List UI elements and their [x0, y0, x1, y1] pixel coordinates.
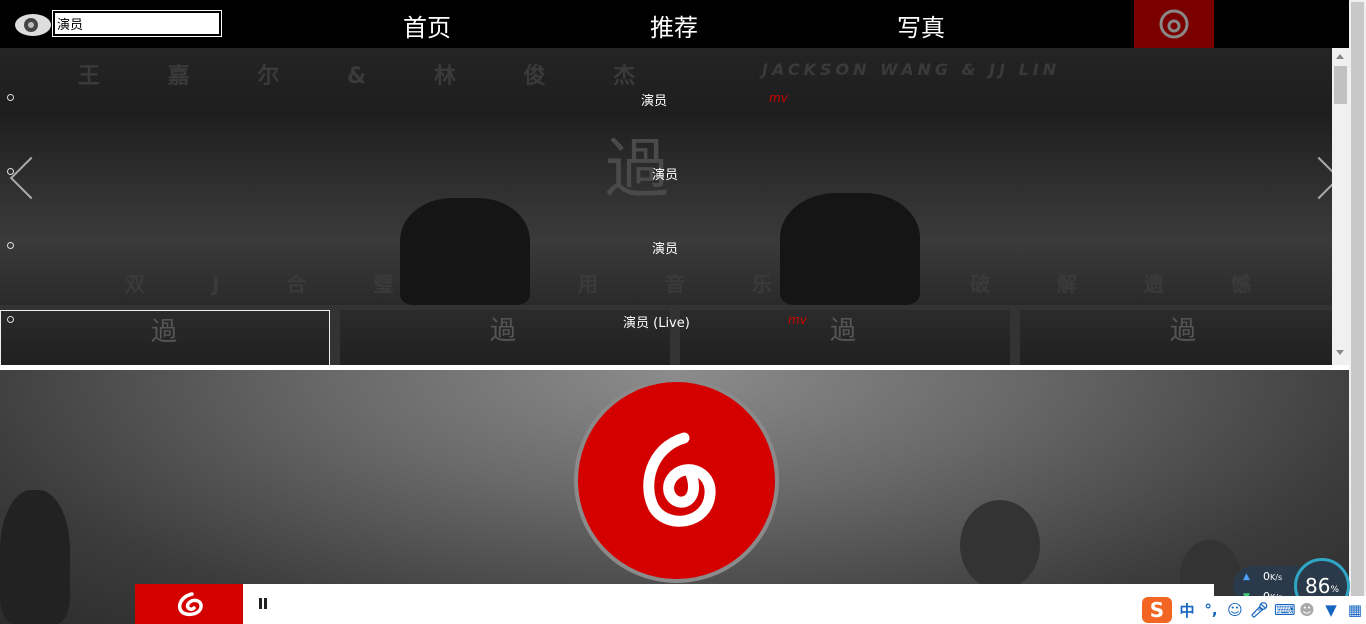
- player-bar: [135, 584, 1214, 624]
- hero-hand-silhouette: [0, 490, 70, 624]
- list-item: 演员: [0, 236, 1332, 257]
- bullet-icon: [7, 94, 14, 101]
- search-result-panel: 王 嘉 尔 & 林 俊 杰 JACKSON WANG & JJ LIN 過 双 …: [0, 48, 1349, 365]
- window-scrollbar[interactable]: [1349, 0, 1366, 624]
- toolbox-icon[interactable]: ▦: [1346, 601, 1364, 619]
- list-item: 演员: [0, 162, 1332, 183]
- mv-link[interactable]: mv: [769, 91, 788, 105]
- scroll-down-icon[interactable]: [1336, 350, 1344, 355]
- upload-speed: 0: [1263, 570, 1270, 583]
- gauge-unit: %: [1330, 585, 1339, 595]
- nav-recommend[interactable]: 推荐: [650, 8, 698, 43]
- top-nav-bar: 首页 推荐 写真: [0, 0, 1349, 48]
- mv-link[interactable]: mv: [788, 313, 807, 327]
- list-item: 演员 mv: [0, 88, 1332, 109]
- bullet-icon: [7, 168, 14, 175]
- song-title[interactable]: 演员: [652, 164, 678, 183]
- ime-mode-toggle[interactable]: 中: [1178, 600, 1196, 621]
- song-title[interactable]: 演员: [652, 238, 678, 257]
- microphone-icon[interactable]: 🎤︎: [1250, 601, 1269, 619]
- scroll-up-icon[interactable]: [1336, 54, 1344, 59]
- netease-music-icon: [642, 432, 715, 527]
- search-icon[interactable]: [15, 14, 51, 36]
- song-list: 演员 mv 演员 演员 演员 (Live) mv: [0, 48, 1332, 365]
- pause-icon[interactable]: [258, 598, 268, 609]
- gauge-value: 86: [1304, 574, 1331, 598]
- album-disc[interactable]: [574, 378, 779, 583]
- hero-head-silhouette: [960, 500, 1040, 590]
- emoji-icon[interactable]: ☺: [1226, 601, 1244, 619]
- search-input[interactable]: [52, 10, 222, 37]
- bullet-icon: [7, 242, 14, 249]
- scrollbar-thumb[interactable]: [1351, 2, 1364, 622]
- song-title[interactable]: 演员 (Live): [623, 312, 690, 331]
- list-item: 演员 (Live) mv: [0, 310, 1332, 331]
- speed-unit: K/s: [1270, 573, 1283, 582]
- bullet-icon: [7, 316, 14, 323]
- nav-photos[interactable]: 写真: [897, 8, 945, 43]
- sogou-ime-icon[interactable]: S: [1142, 597, 1172, 623]
- netease-music-icon: [178, 592, 203, 617]
- ime-punct-toggle[interactable]: °,: [1202, 601, 1220, 619]
- ime-toolbar: S 中 °, ☺ 🎤︎ ⌨ ☻ ▼ ▦: [1140, 596, 1366, 624]
- nav-home[interactable]: 首页: [403, 8, 451, 43]
- song-title[interactable]: 演员: [641, 90, 667, 109]
- keyboard-icon[interactable]: ⌨: [1274, 601, 1296, 619]
- user-icon[interactable]: ☻: [1298, 601, 1316, 619]
- panel-scrollbar[interactable]: [1332, 48, 1349, 365]
- scrollbar-thumb[interactable]: [1334, 66, 1347, 104]
- upload-arrow-icon: ▲: [1243, 572, 1250, 582]
- player-logo[interactable]: [135, 584, 243, 624]
- netease-logo-button[interactable]: [1134, 0, 1214, 48]
- netease-music-icon: [1159, 9, 1189, 39]
- skin-icon[interactable]: ▼: [1322, 601, 1340, 619]
